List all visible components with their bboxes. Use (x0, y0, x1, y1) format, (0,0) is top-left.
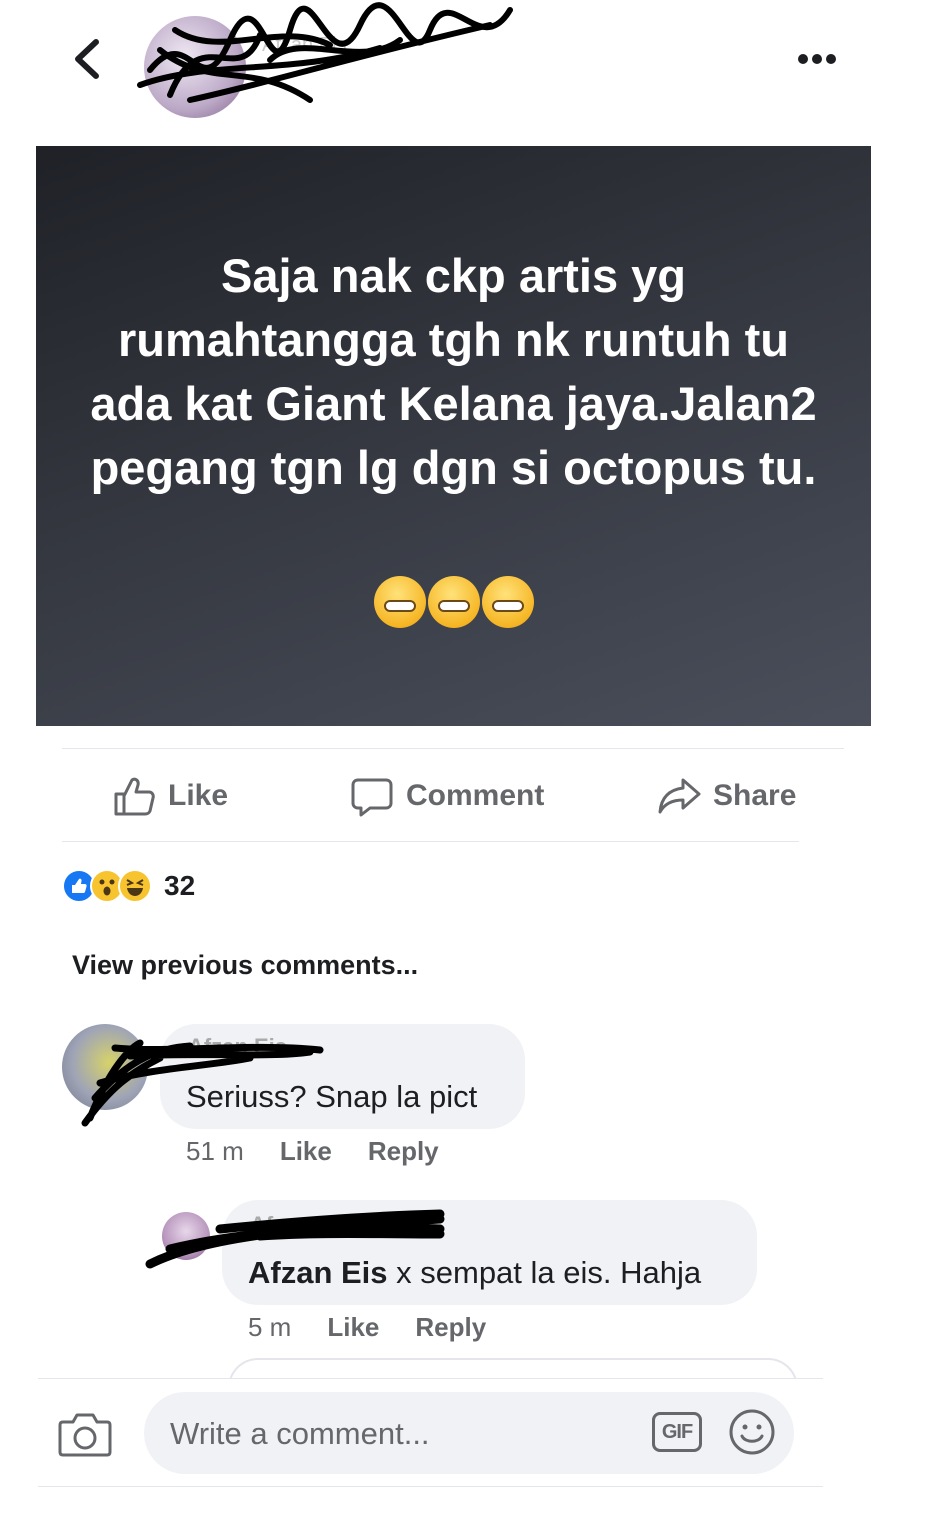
like-button[interactable]: Like (112, 768, 228, 824)
divider (62, 841, 799, 842)
post-author-name[interactable]: Afzan Eis (262, 34, 482, 68)
commenter-avatar[interactable] (62, 1024, 148, 1110)
reply-author[interactable]: Afzan Eis (250, 1212, 349, 1238)
comment-input[interactable] (168, 1392, 642, 1476)
reply-reply-link[interactable]: Reply (415, 1312, 486, 1343)
view-previous-comments-link[interactable]: View previous comments... (72, 950, 418, 981)
share-button-label: Share (713, 779, 797, 812)
comment-bubble[interactable]: Afzan Eis Seriuss? Snap la pict (160, 1024, 525, 1129)
reply-meta: 5 m Like Reply (248, 1312, 486, 1343)
reply-like-link[interactable]: Like (327, 1312, 379, 1343)
post-text: Saja nak ckp artis yg rumahtangga tgh nk… (90, 249, 817, 494)
reply-mention[interactable]: Afzan Eis (248, 1255, 388, 1290)
like-button-label: Like (168, 779, 229, 812)
comment-time: 51 m (186, 1136, 244, 1166)
comment-bubble-icon (351, 778, 393, 817)
comment-button[interactable]: Comment (350, 768, 544, 824)
post-emoji-row (36, 576, 871, 633)
comment-meta: 51 m Like Reply (186, 1136, 439, 1167)
reaction-count: 32 (164, 870, 196, 901)
divider (38, 1378, 823, 1379)
comment-like-link[interactable]: Like (280, 1136, 332, 1167)
reply-time: 5 m (248, 1312, 292, 1342)
share-arrow-icon (658, 778, 701, 814)
camera-icon[interactable] (58, 1410, 112, 1458)
post-status-card[interactable]: Saja nak ckp artis yg rumahtangga tgh nk… (36, 146, 871, 726)
reply-bubble[interactable]: Afzan Eis Afzan Eis x sempat la eis. Hah… (222, 1200, 757, 1305)
comment-author[interactable]: Afzan Eis (188, 1034, 287, 1060)
grimacing-face-icon (481, 576, 534, 628)
chevron-left-icon[interactable] (68, 36, 108, 82)
divider (38, 1486, 823, 1487)
share-button[interactable]: Share (657, 768, 796, 824)
more-options-icon[interactable] (796, 46, 838, 72)
reply-avatar[interactable] (162, 1212, 210, 1260)
grimacing-face-icon (427, 576, 480, 628)
haha-reaction-icon (118, 869, 152, 903)
reactions-summary[interactable]: 32 (62, 866, 195, 906)
emoji-smiley-icon[interactable] (728, 1408, 776, 1456)
comment-text: Seriuss? Snap la pict (186, 1079, 478, 1114)
grimacing-face-icon (373, 576, 426, 628)
reply-body: x sempat la eis. Hahja (387, 1255, 702, 1290)
gif-button[interactable]: GIF (652, 1412, 702, 1452)
author-avatar[interactable] (144, 16, 246, 118)
reply-text: Afzan Eis x sempat la eis. Hahja (248, 1255, 701, 1291)
comment-button-label: Comment (406, 779, 545, 812)
divider (62, 748, 844, 749)
comment-reply-link[interactable]: Reply (368, 1136, 439, 1167)
comment-input-wrapper: GIF (144, 1392, 794, 1476)
thumbs-up-icon (114, 777, 155, 816)
